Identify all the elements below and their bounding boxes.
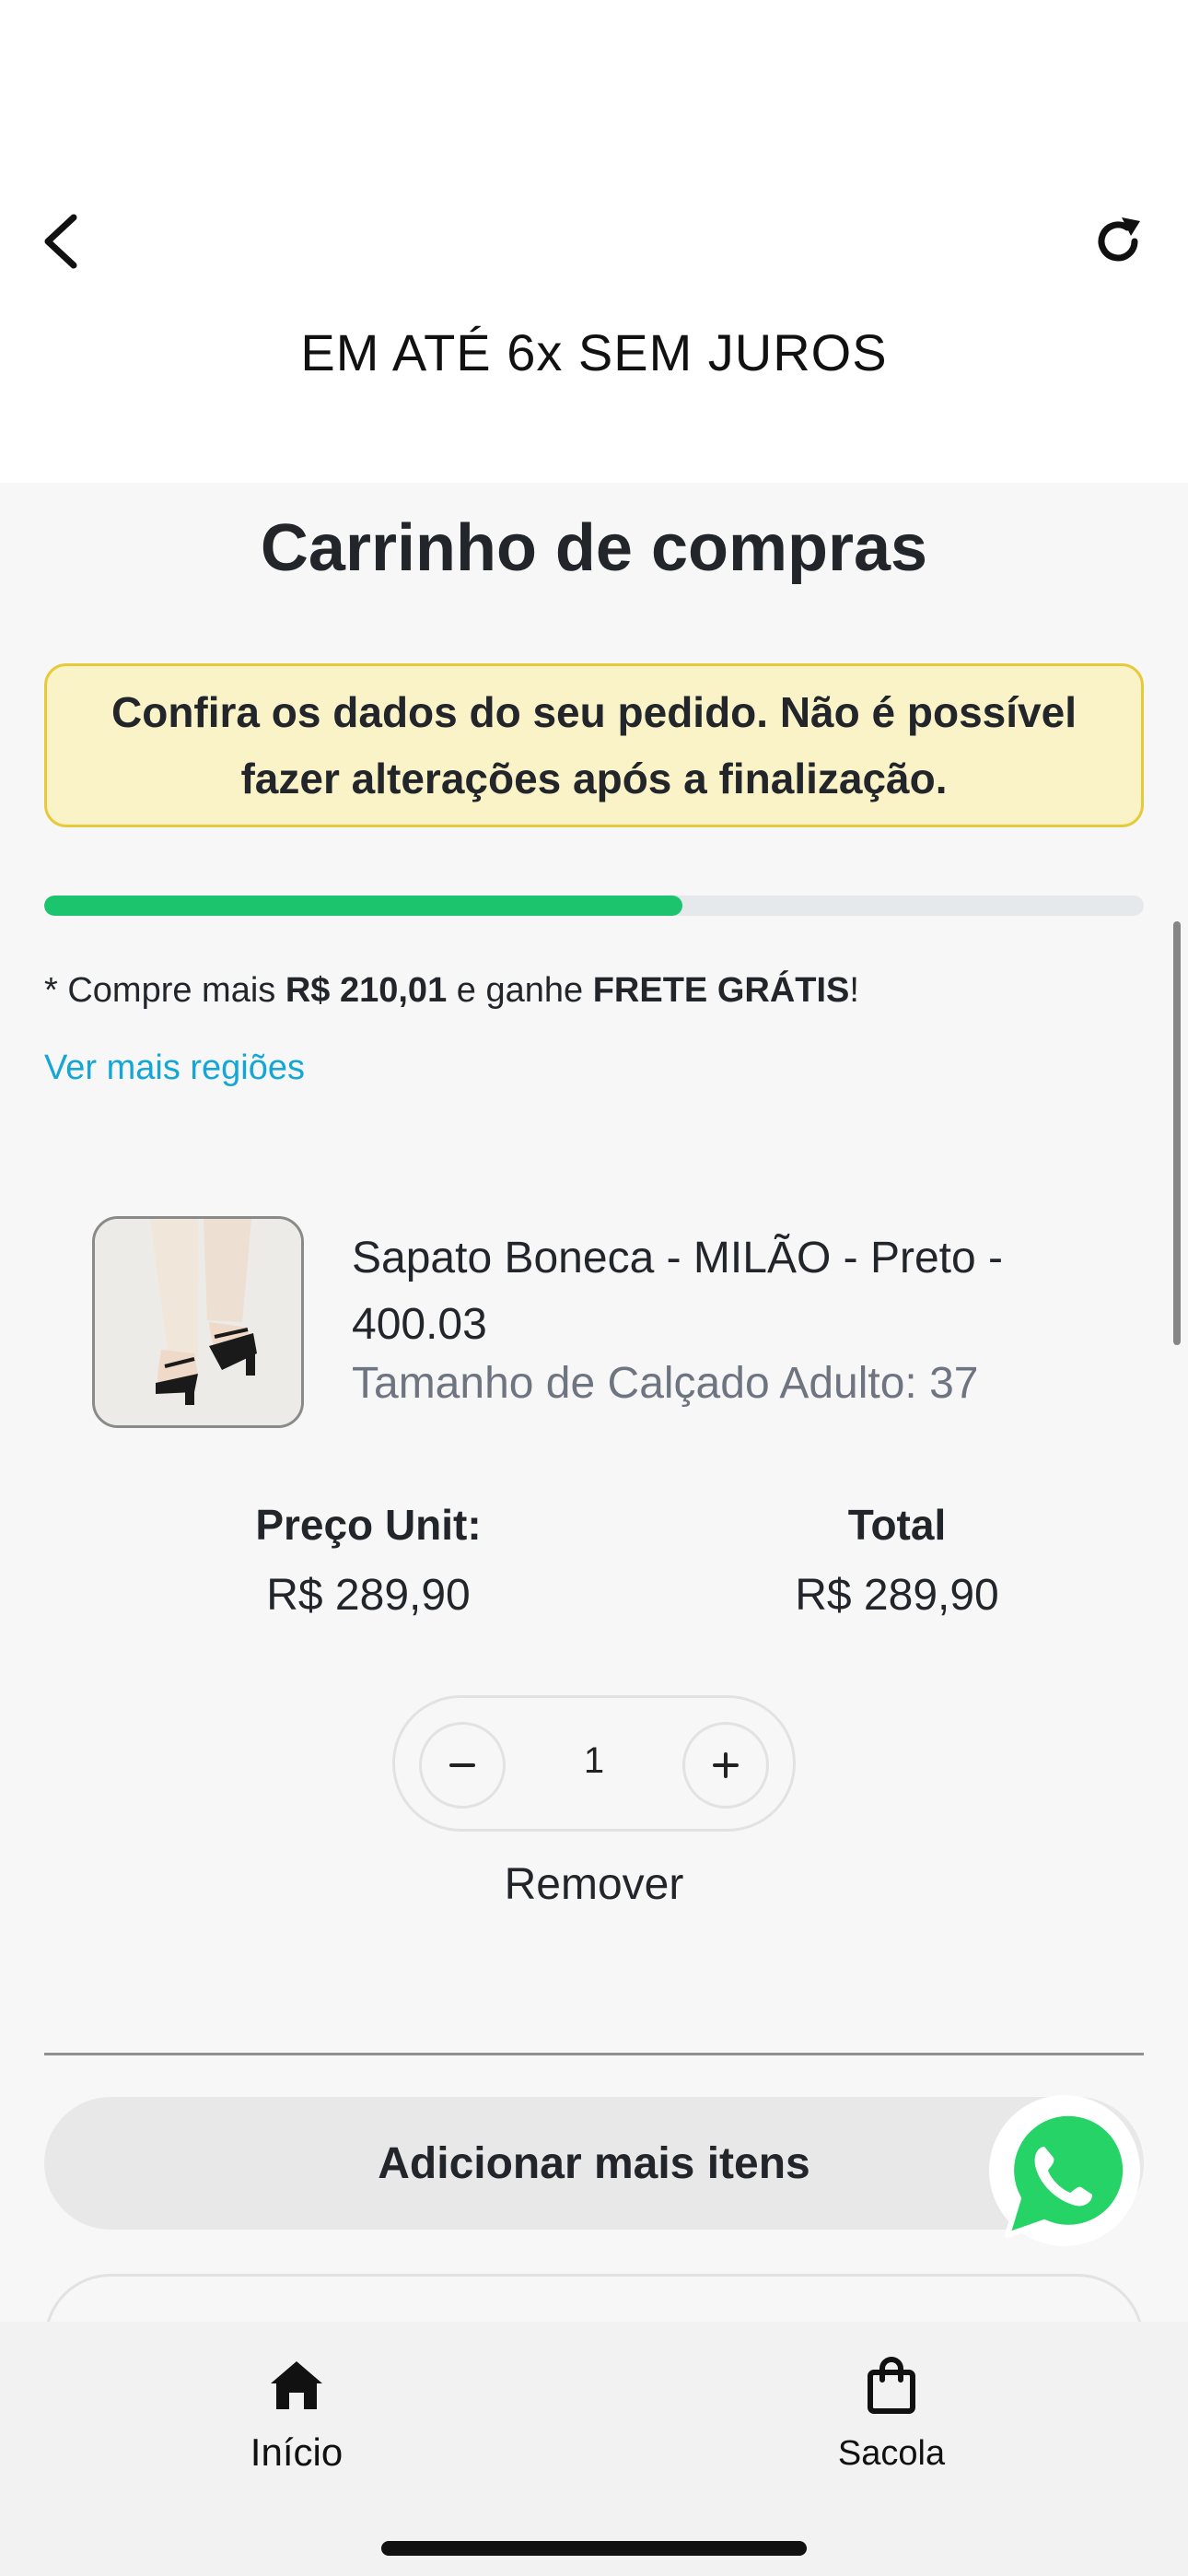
total-label: Total (847, 1501, 947, 1549)
order-notice: Confira os dados do seu pedido. Não é po… (44, 663, 1144, 827)
home-indicator (381, 2541, 807, 2556)
more-regions-link[interactable]: Ver mais regiões (44, 1048, 305, 1088)
refresh-button[interactable] (1081, 205, 1155, 278)
increase-quantity-button[interactable] (682, 1722, 769, 1809)
remove-item-button[interactable]: Remover (0, 1859, 1188, 1910)
order-notice-text: Confira os dados do seu pedido. Não é po… (111, 688, 1077, 802)
header: EM ATÉ 6x SEM JUROS (0, 0, 1188, 483)
back-button[interactable] (33, 205, 88, 278)
shoe-photo (95, 1219, 301, 1425)
chevron-left-icon (44, 214, 77, 269)
product-image[interactable] (92, 1216, 304, 1428)
unit-price-label: Preço Unit: (255, 1501, 482, 1549)
free-shipping-progress-fill (44, 896, 682, 916)
nav-home-label: Início (250, 2430, 344, 2474)
plus-icon (713, 1752, 739, 1778)
shipping-suffix: ! (849, 971, 859, 1010)
free-shipping-message: * Compre mais R$ 210,01 e ganhe FRETE GR… (44, 971, 859, 1011)
cart-content[interactable]: Carrinho de compras Confira os dados do … (0, 483, 1188, 2384)
free-shipping-progress (44, 896, 1144, 916)
whatsapp-icon (989, 2095, 1140, 2246)
total-value: R$ 289,90 (795, 1571, 999, 1620)
whatsapp-button[interactable] (980, 2091, 1146, 2257)
cart-item: Sapato Boneca - MILÃO - Preto - 400.03 T… (92, 1216, 1142, 1428)
page-title: Carrinho de compras (260, 511, 928, 585)
divider (44, 2053, 1144, 2055)
refresh-icon (1098, 217, 1140, 262)
shipping-amount: R$ 210,01 (285, 971, 448, 1010)
unit-price: Preço Unit: R$ 289,90 (138, 1500, 599, 1621)
bottom-navigation: Início Sacola (0, 2322, 1188, 2576)
product-variant: Tamanho de Calçado Adulto: 37 (352, 1359, 979, 1408)
shipping-highlight: FRETE GRÁTIS (592, 971, 850, 1010)
total-price: Total R$ 289,90 (667, 1500, 1127, 1621)
nav-home[interactable]: Início (158, 2344, 435, 2475)
promo-banner: EM ATÉ 6x SEM JUROS (300, 323, 888, 381)
nav-bag[interactable]: Sacola (753, 2344, 1030, 2474)
quantity-stepper: 1 (392, 1695, 796, 1832)
shopping-bag-icon (868, 2357, 915, 2414)
add-more-items-button[interactable]: Adicionar mais itens (44, 2097, 1144, 2230)
scrollbar[interactable] (1173, 921, 1181, 1345)
shipping-middle: e ganhe (447, 971, 593, 1010)
home-icon (271, 2361, 322, 2409)
product-name: Sapato Boneca - MILÃO - Preto - 400.03 (352, 1234, 1003, 1349)
shipping-prefix: * Compre mais (44, 971, 285, 1010)
unit-price-value: R$ 289,90 (266, 1571, 471, 1620)
page: EM ATÉ 6x SEM JUROS Carrinho de compras … (0, 0, 1188, 2576)
nav-bag-label: Sacola (837, 2434, 946, 2473)
